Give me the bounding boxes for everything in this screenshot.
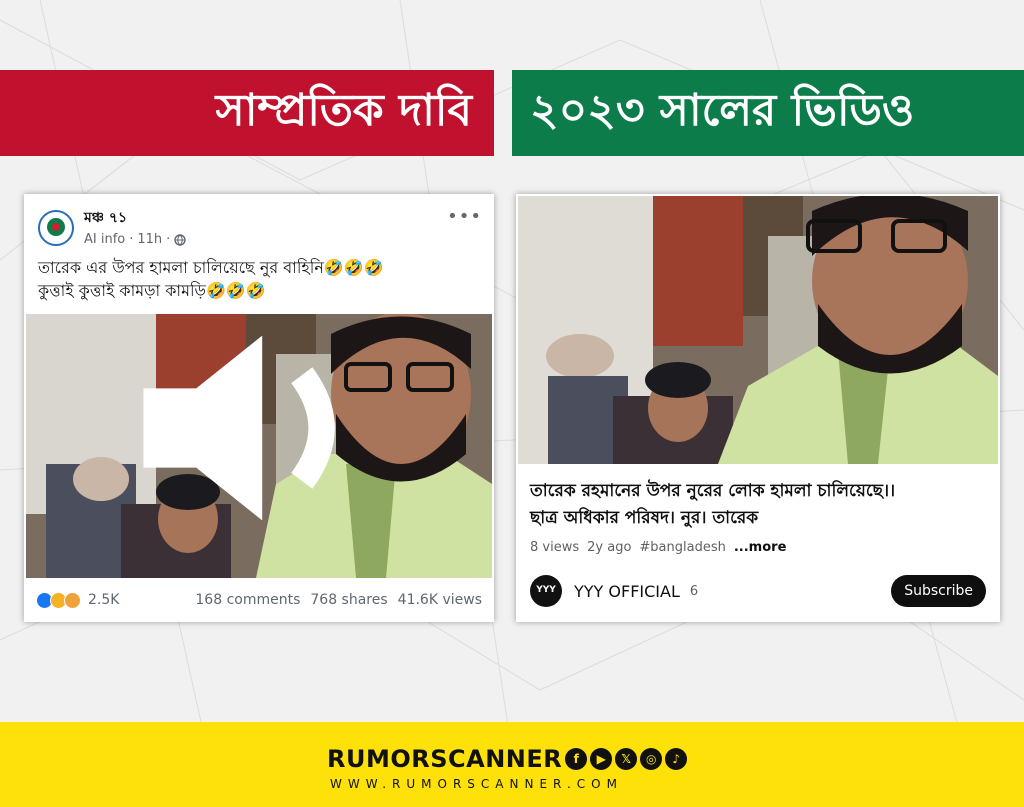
youtube-video-card: তারেক রহমানের উপর নুরের লোক হামলা চালিয়… (516, 194, 1000, 622)
video-title-line-1: তারেক রহমানের উপর নুরের লোক হামলা চালিয়… (530, 481, 896, 501)
more-horizontal-icon[interactable]: ••• (447, 206, 482, 227)
page-avatar[interactable] (38, 210, 74, 246)
video-thumbnail[interactable] (518, 196, 998, 464)
speaker-icon[interactable] (26, 314, 482, 560)
subscribe-button[interactable]: Subscribe (891, 575, 986, 607)
sad-reaction-icon (64, 591, 81, 609)
claim-banner-label: সাম্প্রতিক দাবি (215, 84, 472, 136)
caption-line-2: কুত্তাই কুত্তাই কামড়া কামড়ি🤣🤣🤣 (38, 281, 266, 300)
video-title-line-2: ছাত্র অধিকার পরিষদ। নুর। তারেক (530, 508, 759, 528)
share-count[interactable]: 768 shares (310, 592, 387, 608)
subscriber-count: 6 (689, 583, 699, 599)
brand-name: RUMORSCANNER (327, 745, 563, 773)
brand-footer: RUMORSCANNER f ▶ 𝕏 ◎ ♪ WWW.RUMORSCANNER.… (0, 722, 1024, 807)
facebook-post-card: মঞ্চ ৭১ AI info · 11h · ••• তারেক এর উপর… (24, 194, 494, 622)
channel-logo-text: YYY (536, 585, 556, 595)
fact-banner: ২০২৩ সালের ভিডিও (512, 70, 1024, 156)
video-hashtag[interactable]: #bangladesh (639, 540, 725, 555)
fact-banner-label: ২০২৩ সালের ভিডিও (530, 84, 915, 136)
brand-row: RUMORSCANNER f ▶ 𝕏 ◎ ♪ (327, 745, 688, 773)
youtube-icon[interactable]: ▶ (590, 748, 613, 770)
reaction-count[interactable]: 2.5K (88, 592, 119, 608)
facebook-icon[interactable]: f (565, 748, 588, 770)
video-title[interactable]: তারেক রহমানের উপর নুরের লোক হামলা চালিয়… (530, 478, 986, 532)
caption-line-1: তারেক এর উপর হামলা চালিয়েছে নুর বাহিনি🤣… (38, 258, 384, 277)
post-header: মঞ্চ ৭১ AI info · 11h · ••• (26, 196, 492, 256)
comment-count[interactable]: 168 comments (195, 592, 300, 608)
ai-info-label[interactable]: AI info (84, 232, 125, 247)
post-time[interactable]: 11h (137, 232, 162, 247)
x-icon[interactable]: 𝕏 (615, 748, 638, 770)
video-views: 8 views (530, 540, 580, 555)
view-count: 41.6K views (397, 592, 482, 608)
channel-avatar[interactable]: YYY (530, 575, 562, 607)
post-engagement-bar: 2.5K 168 comments 768 shares 41.6K views (26, 582, 492, 618)
globe-icon (174, 233, 187, 246)
post-video[interactable] (26, 314, 492, 578)
post-caption: তারেক এর উপর হামলা চালিয়েছে নুর বাহিনি🤣… (26, 256, 492, 302)
instagram-icon[interactable]: ◎ (640, 748, 663, 770)
reaction-icons[interactable] (36, 591, 81, 609)
tiktok-icon[interactable]: ♪ (665, 748, 688, 770)
video-meta: 8 views 2y ago #bangladesh ...more (530, 540, 986, 555)
channel-row: YYY YYY OFFICIAL 6 Subscribe (530, 575, 986, 607)
post-meta: AI info · 11h · (84, 232, 187, 247)
channel-name[interactable]: YYY OFFICIAL (574, 582, 680, 601)
claim-banner: সাম্প্রতিক দাবি (0, 70, 494, 156)
website-url[interactable]: WWW.RUMORSCANNER.COM (330, 777, 623, 791)
description-more-link[interactable]: ...more (734, 540, 787, 555)
page-name[interactable]: মঞ্চ ৭১ (84, 206, 127, 230)
video-age: 2y ago (587, 540, 632, 555)
video-details: তারেক রহমানের উপর নুরের লোক হামলা চালিয়… (518, 464, 998, 620)
